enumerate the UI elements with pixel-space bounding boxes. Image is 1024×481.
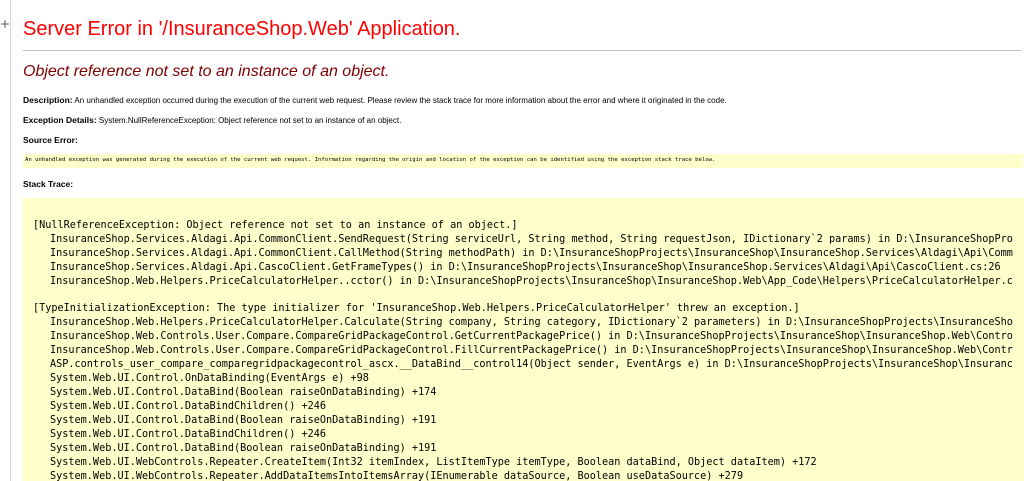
stack-trace-frame: System.Web.UI.Control.DataBindChildren()… [50,429,327,440]
stack-trace-heading: Stack Trace: [23,179,74,189]
stack-trace-exception: [TypeInitializationException: The type i… [33,303,800,314]
error-message: Object reference not set to an instance … [23,63,390,80]
exception-details-label: Exception Details: [23,115,97,125]
source-error-heading: Source Error: [23,135,78,145]
stack-trace-frame: InsuranceShop.Web.Controls.User.Compare.… [50,331,1013,342]
stack-trace-frame: System.Web.UI.Control.OnDataBinding(Even… [50,373,369,384]
stack-trace-frame: System.Web.UI.Control.DataBind(Boolean r… [50,387,437,398]
title-divider [23,50,1021,51]
stack-trace-frame: System.Web.UI.WebControls.Repeater.AddDa… [50,471,744,481]
stack-trace-frame: InsuranceShop.Web.Helpers.PriceCalculato… [50,317,1013,328]
source-error-box: An unhandled exception was generated dur… [23,154,1023,168]
description-line: Description: An unhandled exception occu… [23,95,727,105]
stack-trace-frame: InsuranceShop.Web.Controls.User.Compare.… [50,345,1013,356]
source-error-text: An unhandled exception was generated dur… [25,157,716,163]
stack-trace-frame: InsuranceShop.Services.Aldagi.Api.Common… [50,234,1013,245]
stack-trace-frame: System.Web.UI.Control.DataBindChildren()… [50,401,327,412]
description-text: An unhandled exception occurred during t… [74,96,727,105]
stack-trace-exception: [NullReferenceException: Object referenc… [33,220,518,231]
exception-details-line: Exception Details: System.NullReferenceE… [23,115,401,125]
stack-trace-frame: ASP.controls_user_compare_comparegridpac… [50,359,1013,370]
expand-plus-icon[interactable]: + [0,18,10,30]
left-rail: + [0,0,10,481]
stack-trace-box[interactable]: [NullReferenceException: Object referenc… [23,198,1024,481]
stack-trace-frame: InsuranceShop.Services.Aldagi.Api.CascoC… [50,262,1001,273]
stack-trace-frame: System.Web.UI.Control.DataBind(Boolean r… [50,415,437,426]
stack-trace-frame: System.Web.UI.WebControls.Repeater.Creat… [50,457,817,468]
page-title: Server Error in '/InsuranceShop.Web' App… [23,18,461,40]
description-label: Description: [23,95,73,105]
stack-trace-frame: InsuranceShop.Services.Aldagi.Api.Common… [50,248,1013,259]
exception-details-text: System.NullReferenceException: Object re… [98,116,402,125]
stack-trace-frame: System.Web.UI.Control.DataBind(Boolean r… [50,443,437,454]
error-page: Server Error in '/InsuranceShop.Web' App… [10,0,1024,481]
stack-trace-frame: InsuranceShop.Web.Helpers.PriceCalculato… [50,276,1013,287]
